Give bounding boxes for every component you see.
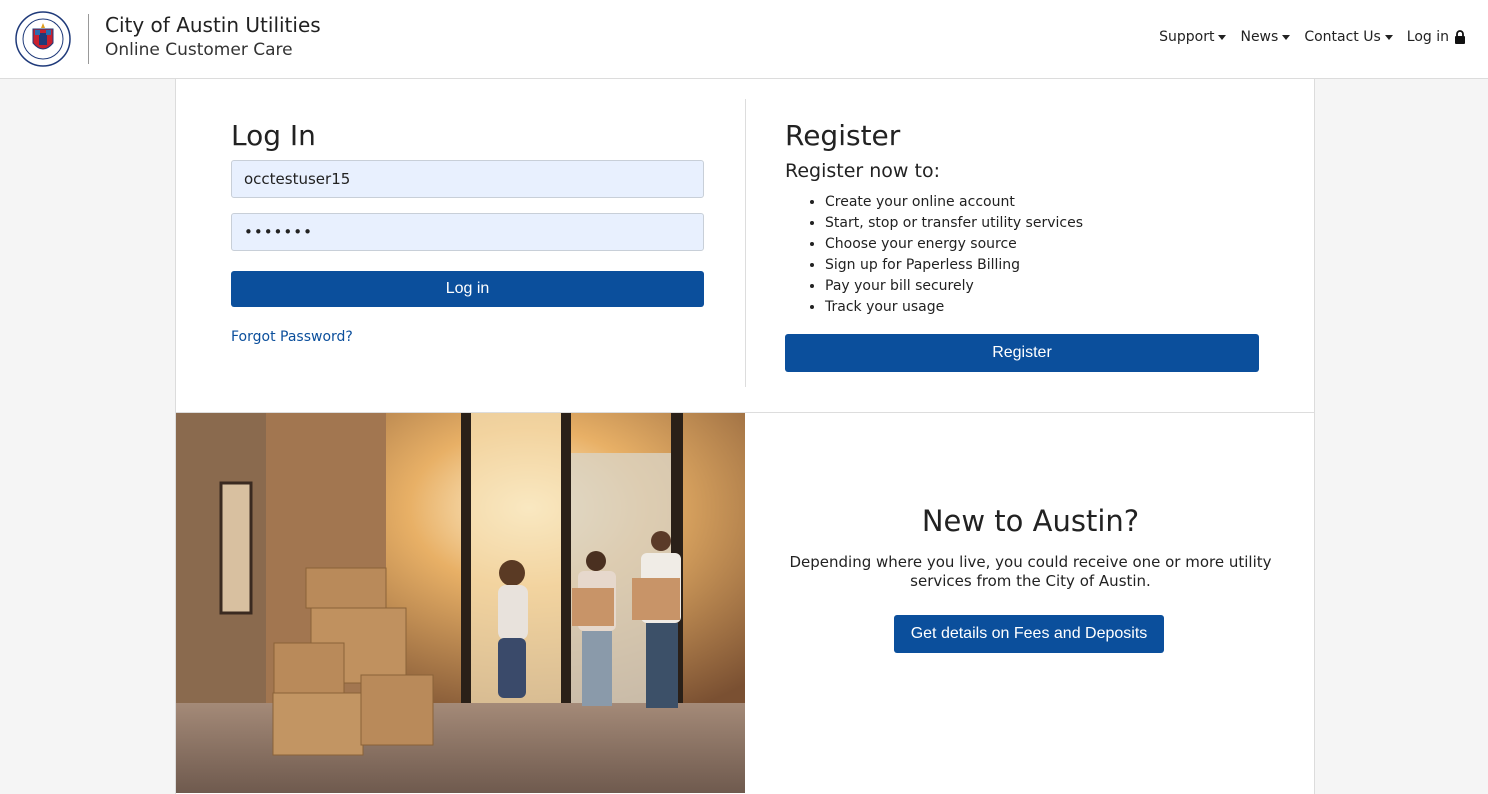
main-nav: Support News Contact Us Log in: [1159, 29, 1466, 45]
register-benefits-list: Create your online account Start, stop o…: [825, 192, 1083, 318]
list-item: Track your usage: [825, 297, 1083, 318]
forgot-password-link[interactable]: Forgot Password?: [231, 329, 353, 345]
caret-down-icon: [1282, 34, 1291, 40]
nav-news-label: News: [1240, 29, 1279, 45]
password-input[interactable]: [231, 213, 704, 251]
list-item: Create your online account: [825, 192, 1083, 213]
caret-down-icon: [1384, 34, 1393, 40]
family-moving-in-photo: [176, 413, 745, 793]
nav-login-label: Log in: [1406, 29, 1449, 45]
nav-news[interactable]: News: [1240, 29, 1291, 45]
list-item: Pay your bill securely: [825, 276, 1083, 297]
column-divider: [745, 99, 746, 387]
nav-support[interactable]: Support: [1159, 29, 1227, 45]
brand-subtitle[interactable]: Online Customer Care: [105, 40, 293, 60]
nav-support-label: Support: [1159, 29, 1215, 45]
list-item: Start, stop or transfer utility services: [825, 213, 1083, 234]
nav-contact-label: Contact Us: [1304, 29, 1381, 45]
site-header: City of Austin Utilities Online Customer…: [0, 0, 1488, 79]
caret-down-icon: [1218, 34, 1227, 40]
register-title: Register: [785, 119, 901, 152]
list-item: Sign up for Paperless Billing: [825, 255, 1083, 276]
city-seal-logo[interactable]: [15, 11, 71, 67]
register-subtitle: Register now to:: [785, 160, 940, 182]
list-item: Choose your energy source: [825, 234, 1083, 255]
lock-icon: [1455, 30, 1465, 44]
register-button[interactable]: Register: [785, 334, 1259, 372]
nav-log-in[interactable]: Log in: [1407, 29, 1466, 45]
brand-title[interactable]: City of Austin Utilities: [105, 13, 321, 37]
login-title: Log In: [231, 119, 316, 152]
login-button[interactable]: Log in: [231, 271, 704, 307]
nav-contact-us[interactable]: Contact Us: [1304, 29, 1393, 45]
fees-deposits-button[interactable]: Get details on Fees and Deposits: [894, 615, 1164, 653]
main-panel: Log In Log in Forgot Password? Register …: [175, 79, 1315, 794]
new-to-austin-title: New to Austin?: [921, 504, 1140, 538]
new-to-austin-text: Depending where you live, you could rece…: [789, 553, 1272, 590]
username-input[interactable]: [231, 160, 704, 198]
brand-divider: [88, 14, 89, 64]
